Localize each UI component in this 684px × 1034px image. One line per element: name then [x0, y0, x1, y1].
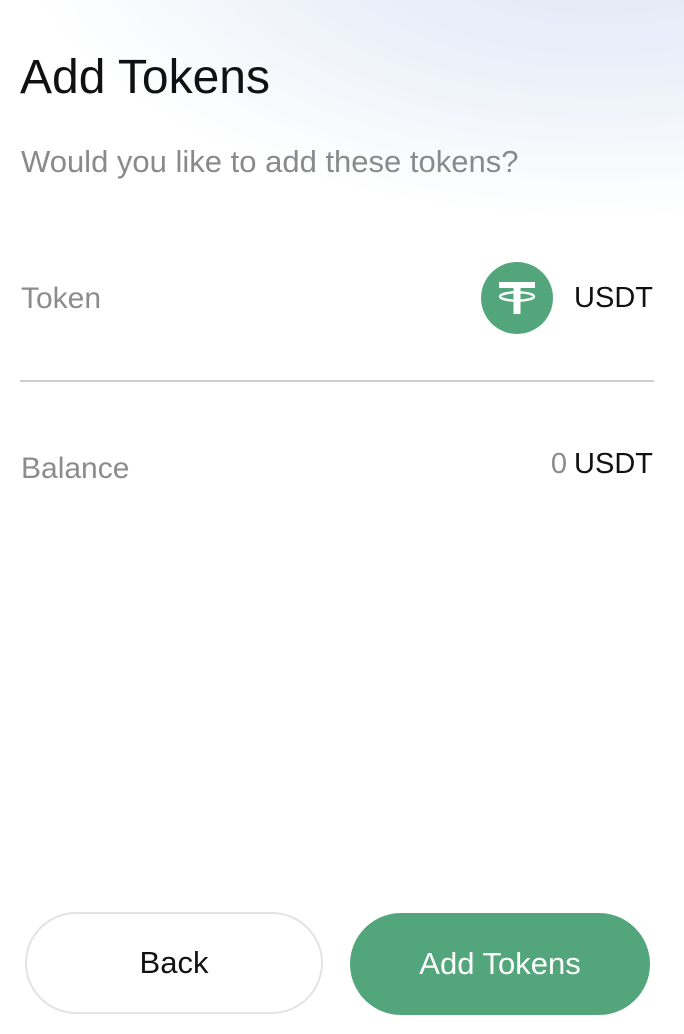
page-subtitle: Would you like to add these tokens?: [21, 144, 519, 179]
balance-amount: 0: [550, 448, 568, 480]
add-tokens-screen: Add Tokens Would you like to add these t…: [0, 0, 684, 1034]
back-button[interactable]: Back: [25, 912, 323, 1014]
token-label: Token: [21, 282, 102, 315]
balance-value: 0 USDT: [551, 448, 653, 481]
token-symbol: USDT: [574, 282, 653, 314]
balance-label: Balance: [21, 452, 130, 485]
token-value: USDT: [481, 262, 653, 334]
row-divider: [20, 380, 654, 382]
page-title: Add Tokens: [20, 51, 270, 104]
add-tokens-button[interactable]: Add Tokens: [350, 913, 650, 1015]
tether-icon: [481, 262, 554, 334]
balance-unit: USDT: [574, 448, 653, 480]
